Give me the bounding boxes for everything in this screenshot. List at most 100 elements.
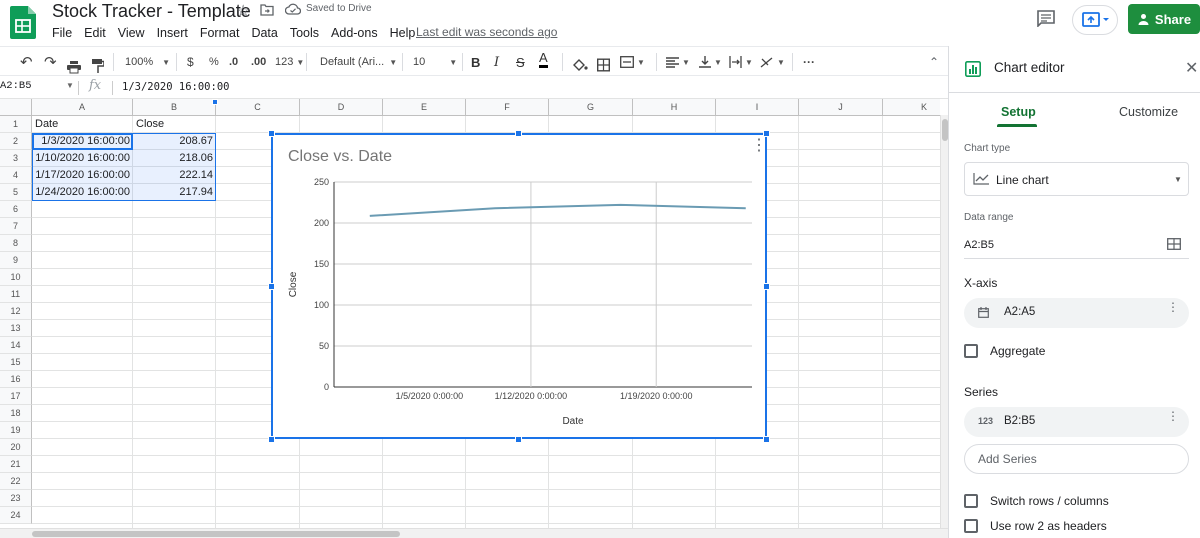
- column-header-b[interactable]: B: [133, 99, 216, 116]
- horizontal-align-button[interactable]: ▼: [666, 51, 690, 73]
- text-color-icon[interactable]: A: [539, 50, 548, 68]
- row-header-16[interactable]: 16: [0, 371, 32, 388]
- embedded-chart[interactable]: Close vs. Date ⋮ 0 50 100 150 200 250 1/5/2020…: [271, 133, 767, 439]
- cell-A3[interactable]: 1/10/2020 16:00:00: [32, 150, 133, 167]
- vertical-scrollbar[interactable]: [940, 115, 948, 528]
- resize-handle-e[interactable]: [763, 283, 770, 290]
- document-title[interactable]: Stock Tracker - Template: [52, 1, 251, 22]
- row-header-13[interactable]: 13: [0, 320, 32, 337]
- row-header-10[interactable]: 10: [0, 269, 32, 286]
- decrease-decimals-button[interactable]: .0: [229, 51, 238, 73]
- row-header-21[interactable]: 21: [0, 456, 32, 473]
- cell-B2[interactable]: 208.67: [133, 133, 216, 150]
- row-header-20[interactable]: 20: [0, 439, 32, 456]
- add-series-button[interactable]: Add Series: [964, 444, 1189, 474]
- vertical-align-button[interactable]: ▼: [699, 51, 722, 73]
- row-header-19[interactable]: 19: [0, 422, 32, 439]
- cell-A4[interactable]: 1/17/2020 16:00:00: [32, 167, 133, 184]
- select-range-icon[interactable]: [1167, 238, 1181, 250]
- close-icon[interactable]: ✕: [1185, 58, 1198, 78]
- cell-A1[interactable]: Date: [32, 116, 133, 133]
- column-header-g[interactable]: G: [549, 99, 633, 116]
- column-header-a[interactable]: A: [32, 99, 133, 116]
- name-box-dropdown-icon[interactable]: ▼: [66, 81, 74, 90]
- more-formats-button[interactable]: 123 ▼: [275, 51, 304, 73]
- row-header-4[interactable]: 4: [0, 167, 32, 184]
- column-header-d[interactable]: D: [300, 99, 383, 116]
- cell-B3[interactable]: 218.06: [133, 150, 216, 167]
- more-vert-icon[interactable]: ⋮: [1167, 410, 1179, 422]
- print-icon[interactable]: [67, 56, 81, 78]
- italic-icon[interactable]: I: [494, 51, 499, 73]
- menu-view[interactable]: View: [112, 24, 151, 42]
- column-header-f[interactable]: F: [466, 99, 549, 116]
- resize-handle-sw[interactable]: [268, 436, 275, 443]
- resize-handle-ne[interactable]: [763, 130, 770, 137]
- row-header-6[interactable]: 6: [0, 201, 32, 218]
- menu-insert[interactable]: Insert: [151, 24, 194, 42]
- more-vert-icon[interactable]: ⋮: [1167, 301, 1179, 313]
- percent-format-button[interactable]: %: [209, 51, 219, 73]
- row-header-18[interactable]: 18: [0, 405, 32, 422]
- row-header-5[interactable]: 5: [0, 184, 32, 201]
- series-range-chip[interactable]: 123 B2:B5 ⋮: [964, 407, 1189, 437]
- row-header-23[interactable]: 23: [0, 490, 32, 507]
- menu-edit[interactable]: Edit: [78, 24, 112, 42]
- zoom-select[interactable]: 100% ▼: [125, 51, 170, 73]
- resize-handle-nw[interactable]: [268, 130, 275, 137]
- menu-file[interactable]: File: [46, 24, 78, 42]
- menu-add-ons[interactable]: Add-ons: [325, 24, 384, 42]
- currency-format-button[interactable]: $: [187, 51, 194, 73]
- row-header-7[interactable]: 7: [0, 218, 32, 235]
- text-wrap-button[interactable]: ▼: [729, 51, 753, 73]
- row-header-9[interactable]: 9: [0, 252, 32, 269]
- column-header-i[interactable]: I: [716, 99, 799, 116]
- chart-type-select[interactable]: Line chart ▼: [964, 162, 1189, 196]
- resize-handle-s[interactable]: [515, 436, 522, 443]
- sheets-logo-icon[interactable]: [10, 6, 36, 39]
- cell-B5[interactable]: 217.94: [133, 184, 216, 201]
- font-family-select[interactable]: Default (Ari... ▼: [320, 51, 397, 73]
- cell-B4[interactable]: 222.14: [133, 167, 216, 184]
- tab-setup[interactable]: Setup: [1001, 105, 1036, 119]
- row-header-12[interactable]: 12: [0, 303, 32, 320]
- star-icon[interactable]: ☆: [236, 1, 250, 21]
- collapse-toolbar-icon[interactable]: ⌃: [929, 51, 939, 73]
- fill-handle[interactable]: [212, 99, 218, 105]
- share-button[interactable]: Share: [1128, 4, 1200, 34]
- use-row-headers-checkbox[interactable]: [964, 519, 978, 533]
- row-header-8[interactable]: 8: [0, 235, 32, 252]
- last-edit-link[interactable]: Last edit was seconds ago: [416, 25, 557, 39]
- column-header-c[interactable]: C: [216, 99, 300, 116]
- data-range-input[interactable]: A2:B5: [964, 239, 994, 251]
- undo-icon[interactable]: ↶: [20, 51, 33, 73]
- menu-format[interactable]: Format: [194, 24, 246, 42]
- tab-customize[interactable]: Customize: [1119, 105, 1178, 119]
- column-header-j[interactable]: J: [799, 99, 883, 116]
- row-header-2[interactable]: 2: [0, 133, 32, 150]
- resize-handle-se[interactable]: [763, 436, 770, 443]
- x-axis-range-chip[interactable]: A2:A5 ⋮: [964, 298, 1189, 328]
- switch-rows-columns-checkbox[interactable]: [964, 494, 978, 508]
- row-header-22[interactable]: 22: [0, 473, 32, 490]
- bold-icon[interactable]: B: [471, 51, 480, 73]
- comment-history-icon[interactable]: [1036, 9, 1056, 27]
- name-box[interactable]: A2:B5: [0, 80, 32, 92]
- cell-A5[interactable]: 1/24/2020 16:00:00: [32, 184, 133, 201]
- strikethrough-icon[interactable]: S: [516, 51, 525, 73]
- row-header-11[interactable]: 11: [0, 286, 32, 303]
- aggregate-checkbox[interactable]: [964, 344, 978, 358]
- row-header-1[interactable]: 1: [0, 116, 32, 133]
- borders-icon[interactable]: [597, 54, 610, 76]
- resize-handle-n[interactable]: [515, 130, 522, 137]
- horizontal-scrollbar[interactable]: [0, 528, 948, 538]
- menu-data[interactable]: Data: [245, 24, 283, 42]
- select-all-corner[interactable]: [0, 99, 32, 116]
- present-button[interactable]: [1072, 5, 1118, 35]
- row-header-3[interactable]: 3: [0, 150, 32, 167]
- merge-cells-button[interactable]: ▼: [620, 51, 645, 73]
- column-header-k[interactable]: K: [883, 99, 940, 116]
- font-size-select[interactable]: 10 ▼: [413, 51, 457, 73]
- paint-format-icon[interactable]: [92, 55, 104, 77]
- text-rotation-button[interactable]: ▼: [760, 51, 785, 73]
